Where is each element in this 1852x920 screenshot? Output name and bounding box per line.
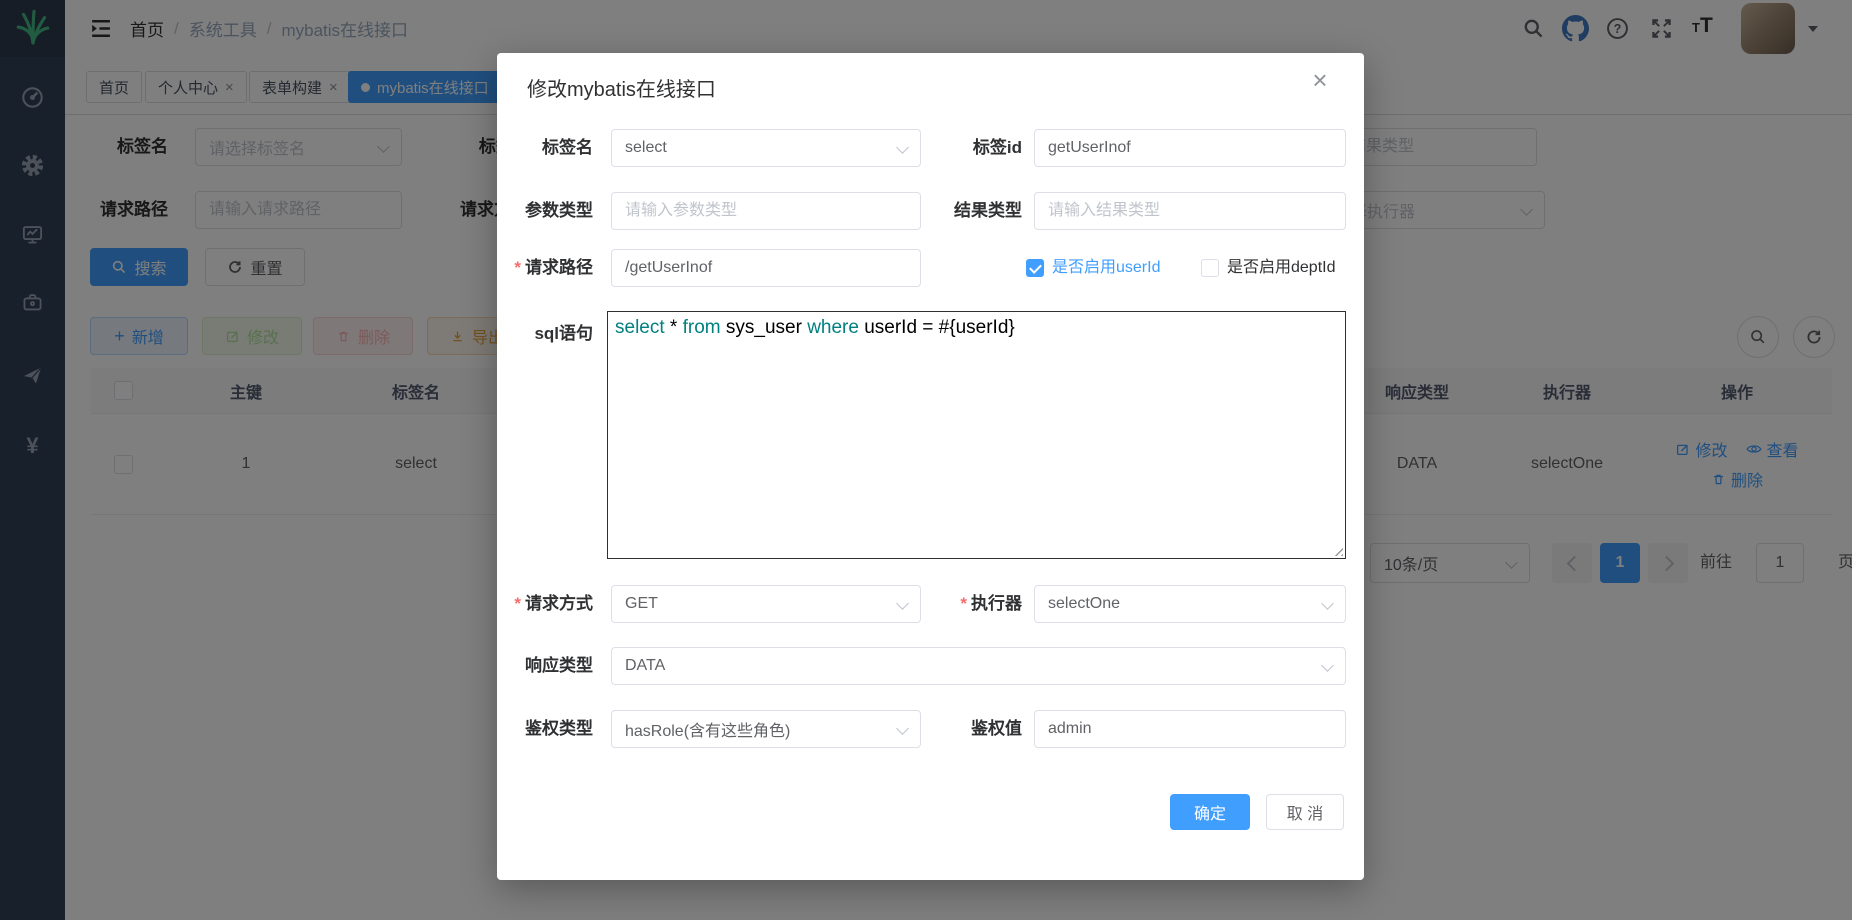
confirm-button[interactable]: 确定 <box>1170 794 1250 830</box>
label-text: 请求方式 <box>525 594 593 613</box>
sql-keyword: select <box>615 317 665 338</box>
required-mark: * <box>514 594 521 613</box>
select-value: selectOne <box>1048 595 1120 613</box>
param-type-label: 参数类型 <box>497 192 593 230</box>
enable-userid-label[interactable]: 是否启用userId <box>1052 249 1160 287</box>
executor-select[interactable]: selectOne <box>1034 585 1346 623</box>
auth-value-input[interactable] <box>1034 710 1346 748</box>
enable-userid-checkbox[interactable] <box>1026 259 1044 277</box>
result-type-label: 结果类型 <box>877 192 1022 230</box>
required-mark: * <box>960 594 967 613</box>
close-icon[interactable]: × <box>1297 57 1343 103</box>
response-type-label: 响应类型 <box>497 647 593 685</box>
auth-type-select[interactable]: hasRole(含有这些角色) <box>611 710 921 748</box>
sql-label: sql语句 <box>497 315 593 353</box>
auth-value-label: 鉴权值 <box>877 710 1022 748</box>
sql-text: * <box>665 317 683 338</box>
select-value: DATA <box>625 657 665 675</box>
cancel-button[interactable]: 取 消 <box>1266 794 1344 830</box>
param-type-input[interactable] <box>611 192 921 230</box>
sql-text: userId = #{userId} <box>859 317 1015 338</box>
required-mark: * <box>514 258 521 277</box>
app-root: ¥ 首页 / 系统工具 / mybatis在线接口 <box>0 0 1852 920</box>
auth-type-label: 鉴权类型 <box>497 710 593 748</box>
request-method-select[interactable]: GET <box>611 585 921 623</box>
dialog-title: 修改mybatis在线接口 <box>527 73 716 102</box>
select-value: select <box>625 139 667 157</box>
tag-name-select[interactable]: select <box>611 129 921 167</box>
enable-deptid-label[interactable]: 是否启用deptId <box>1227 249 1336 287</box>
sql-keyword: from <box>683 317 721 338</box>
chevron-down-icon <box>1321 597 1334 610</box>
label-text: 请求路径 <box>525 258 593 277</box>
response-type-select[interactable]: DATA <box>611 647 1346 685</box>
sql-keyword: where <box>807 317 859 338</box>
edit-mybatis-dialog: 修改mybatis在线接口 × 标签名 select 标签id 参数类型 结果类… <box>497 53 1364 880</box>
request-method-label: *请求方式 <box>497 585 593 623</box>
label-text: 执行器 <box>971 594 1022 613</box>
tag-id-label: 标签id <box>877 129 1022 167</box>
resize-handle[interactable] <box>1331 544 1343 556</box>
executor-label: *执行器 <box>877 585 1022 623</box>
chevron-down-icon <box>1321 659 1334 672</box>
sql-editor[interactable]: select * from sys_user where userId = #{… <box>607 311 1346 559</box>
request-path-label: *请求路径 <box>497 249 593 287</box>
tag-id-input[interactable] <box>1034 129 1346 167</box>
sql-text: sys_user <box>721 317 808 338</box>
request-path-input[interactable] <box>611 249 921 287</box>
tag-name-label: 标签名 <box>497 129 593 167</box>
select-value: GET <box>625 595 658 613</box>
result-type-input[interactable] <box>1034 192 1346 230</box>
enable-deptid-checkbox[interactable] <box>1201 259 1219 277</box>
select-value: hasRole(含有这些角色) <box>625 717 790 741</box>
